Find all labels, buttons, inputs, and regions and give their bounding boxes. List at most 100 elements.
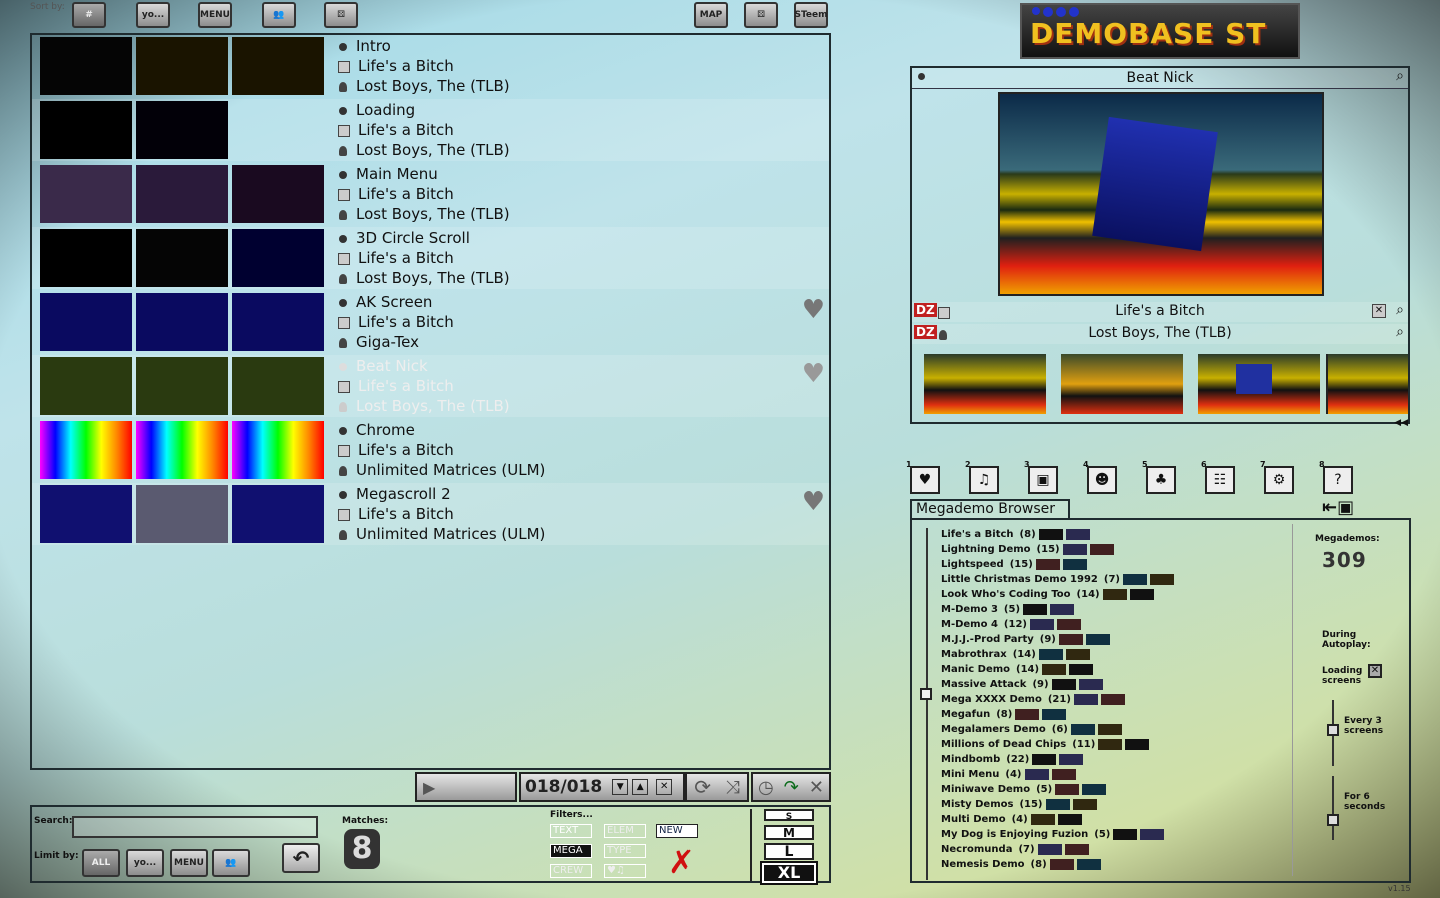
gallery-thumb[interactable] xyxy=(1328,354,1408,414)
every-slider-thumb[interactable] xyxy=(1327,724,1339,736)
play-button[interactable]: ▶ xyxy=(415,772,517,802)
list-item[interactable]: Megascroll 2 Life's a Bitch Unlimited Matr… xyxy=(32,483,829,545)
megademo-item[interactable]: Mabrothrax (14) xyxy=(941,647,1090,662)
limit-menu-button[interactable]: MENU xyxy=(170,849,208,877)
megademo-item[interactable]: Mini Menu (4) xyxy=(941,767,1076,782)
size-l-button[interactable]: L xyxy=(764,843,814,860)
megademo-item[interactable]: Miniwave Demo (5) xyxy=(941,782,1107,797)
browser-tab[interactable]: Megademo Browser xyxy=(910,499,1070,519)
list-item[interactable]: Loading Life's a Bitch Lost Boys, The (TLB… xyxy=(32,99,829,161)
screen-thumbnail[interactable] xyxy=(136,357,228,415)
megademo-item[interactable]: Misty Demos (15) xyxy=(941,797,1097,812)
category-settings-button[interactable]: 7 ⚙ xyxy=(1260,460,1296,494)
sort-crew-button[interactable]: 👥 xyxy=(262,2,296,28)
exit-icon[interactable]: ⇤▣ xyxy=(1322,497,1354,518)
limit-all-button[interactable]: ALL xyxy=(82,849,120,877)
list-item[interactable]: Main Menu Life's a Bitch Lost Boys, The (T… xyxy=(32,163,829,225)
screen-thumbnail[interactable] xyxy=(232,101,324,159)
megademo-item[interactable]: Lightspeed (15) xyxy=(941,557,1087,572)
scrollbar-track[interactable] xyxy=(926,528,928,880)
screen-thumbnail[interactable] xyxy=(136,37,228,95)
gallery-thumb[interactable] xyxy=(924,354,1046,414)
screen-thumbnail[interactable] xyxy=(40,293,132,351)
size-xl-button[interactable]: XL xyxy=(760,861,818,885)
heart-icon[interactable]: ♥ xyxy=(802,359,825,389)
megademo-item[interactable]: Mindbomb (22) xyxy=(941,752,1084,767)
search-icon[interactable]: ⌕ xyxy=(1396,302,1404,318)
size-s-button[interactable]: S xyxy=(764,809,814,822)
random-play-button[interactable]: ⚄ xyxy=(744,2,778,28)
limit-crew-button[interactable]: 👥 xyxy=(212,849,250,877)
screen-thumbnail[interactable] xyxy=(136,229,228,287)
clear-button[interactable]: ✕ xyxy=(656,779,673,795)
list-item[interactable]: AK Screen Life's a Bitch Giga-Tex ♥ xyxy=(32,291,829,353)
list-item[interactable]: Chrome Life's a Bitch Unlimited Matrices (… xyxy=(32,419,829,481)
scrollbar-thumb[interactable] xyxy=(920,688,932,700)
forward-arrow-icon[interactable]: ↷ xyxy=(784,777,799,798)
filter-new[interactable]: NEW xyxy=(656,824,698,838)
megademo-item[interactable]: M-Demo 4 (12) xyxy=(941,617,1081,632)
back-button[interactable]: ↶ xyxy=(282,843,320,873)
category-music-button[interactable]: 2 ♫ xyxy=(965,460,1001,494)
screen-thumbnail[interactable] xyxy=(232,229,324,287)
filter-fav-music[interactable]: ♥♫ xyxy=(604,864,646,878)
heart-icon[interactable]: ♥ xyxy=(802,487,825,517)
size-m-button[interactable]: M xyxy=(764,825,814,840)
screen-thumbnail[interactable] xyxy=(232,165,324,223)
megademo-item[interactable]: Massive Attack (9) xyxy=(941,677,1103,692)
search-icon[interactable]: ⌕ xyxy=(1396,68,1404,84)
heart-icon[interactable]: ♥ xyxy=(802,295,825,325)
megademo-item[interactable]: Little Christmas Demo 1992 (7) xyxy=(941,572,1174,587)
up-button[interactable]: ▲ xyxy=(632,779,649,795)
megademo-item[interactable]: My Dog is Enjoying Fuzion (5) xyxy=(941,827,1165,842)
list-item[interactable]: Intro Life's a Bitch Lost Boys, The (TLB) xyxy=(32,35,829,97)
category-grid-button[interactable]: 6 ☷ xyxy=(1201,460,1237,494)
sort-random-button[interactable]: ⚄ xyxy=(324,2,358,28)
search-input[interactable] xyxy=(72,816,318,838)
screen-thumbnail[interactable] xyxy=(136,101,228,159)
gallery-thumb[interactable] xyxy=(1198,354,1320,414)
list-item[interactable]: 3D Circle Scroll Life's a Bitch Lost Boys,… xyxy=(32,227,829,289)
filter-mega[interactable]: MEGA xyxy=(550,844,592,858)
screen-thumbnail[interactable] xyxy=(232,37,324,95)
screen-thumbnail[interactable] xyxy=(136,485,228,543)
screen-thumbnail[interactable] xyxy=(136,293,228,351)
screen-thumbnail[interactable] xyxy=(232,485,324,543)
category-disk-button[interactable]: 3 ▣ xyxy=(1024,460,1060,494)
megademo-item[interactable]: Megalamers Demo (6) xyxy=(941,722,1122,737)
screen-thumbnail[interactable] xyxy=(40,229,132,287)
filter-type[interactable]: TYPE xyxy=(604,844,646,858)
megademo-item[interactable]: Necromunda (7) xyxy=(941,842,1089,857)
category-person-button[interactable]: 4 ☻ xyxy=(1083,460,1119,494)
megademo-item[interactable]: M.J.J.-Prod Party (9) xyxy=(941,632,1110,647)
sort-number-button[interactable]: # xyxy=(72,2,106,28)
repeat-icon[interactable]: ⟳ xyxy=(694,775,711,799)
search-icon[interactable]: ⌕ xyxy=(1396,324,1404,340)
scroll-arrows-icon[interactable]: ◀◀ xyxy=(1394,418,1408,428)
screen-thumbnail[interactable] xyxy=(40,421,132,479)
sort-menu-button[interactable]: MENU xyxy=(198,2,232,28)
megademo-item[interactable]: Mega XXXX Demo (21) xyxy=(941,692,1125,707)
megademo-item[interactable]: Life's a Bitch (8) xyxy=(941,527,1090,542)
steem-button[interactable]: STeem xyxy=(794,2,828,28)
screen-thumbnail[interactable] xyxy=(40,101,132,159)
megademo-item[interactable]: Megafun (8) xyxy=(941,707,1067,722)
sort-year-button[interactable]: yo... xyxy=(136,2,170,28)
map-button[interactable]: MAP xyxy=(694,2,728,28)
screen-thumbnail[interactable] xyxy=(40,165,132,223)
category-help-button[interactable]: 8? xyxy=(1319,460,1355,494)
for-slider-thumb[interactable] xyxy=(1327,814,1339,826)
close-icon[interactable]: ✕ xyxy=(1372,304,1386,318)
loading-checkbox[interactable]: ✕ xyxy=(1368,664,1382,678)
filter-crew[interactable]: CREW xyxy=(550,864,592,878)
megademo-item[interactable]: Lightning Demo (15) xyxy=(941,542,1114,557)
megademo-item[interactable]: M-Demo 3 (5) xyxy=(941,602,1075,617)
megademo-item[interactable]: Look Who's Coding Too (14) xyxy=(941,587,1154,602)
megademo-item[interactable]: Manic Demo (14) xyxy=(941,662,1094,677)
screen-thumbnail[interactable] xyxy=(136,165,228,223)
megademo-item[interactable]: Nemesis Demo (8) xyxy=(941,857,1101,872)
screen-thumbnail[interactable] xyxy=(232,293,324,351)
screen-thumbnail[interactable] xyxy=(40,485,132,543)
screen-thumbnail[interactable] xyxy=(232,357,324,415)
list-item[interactable]: Beat Nick Life's a Bitch Lost Boys, The (T… xyxy=(32,355,829,417)
